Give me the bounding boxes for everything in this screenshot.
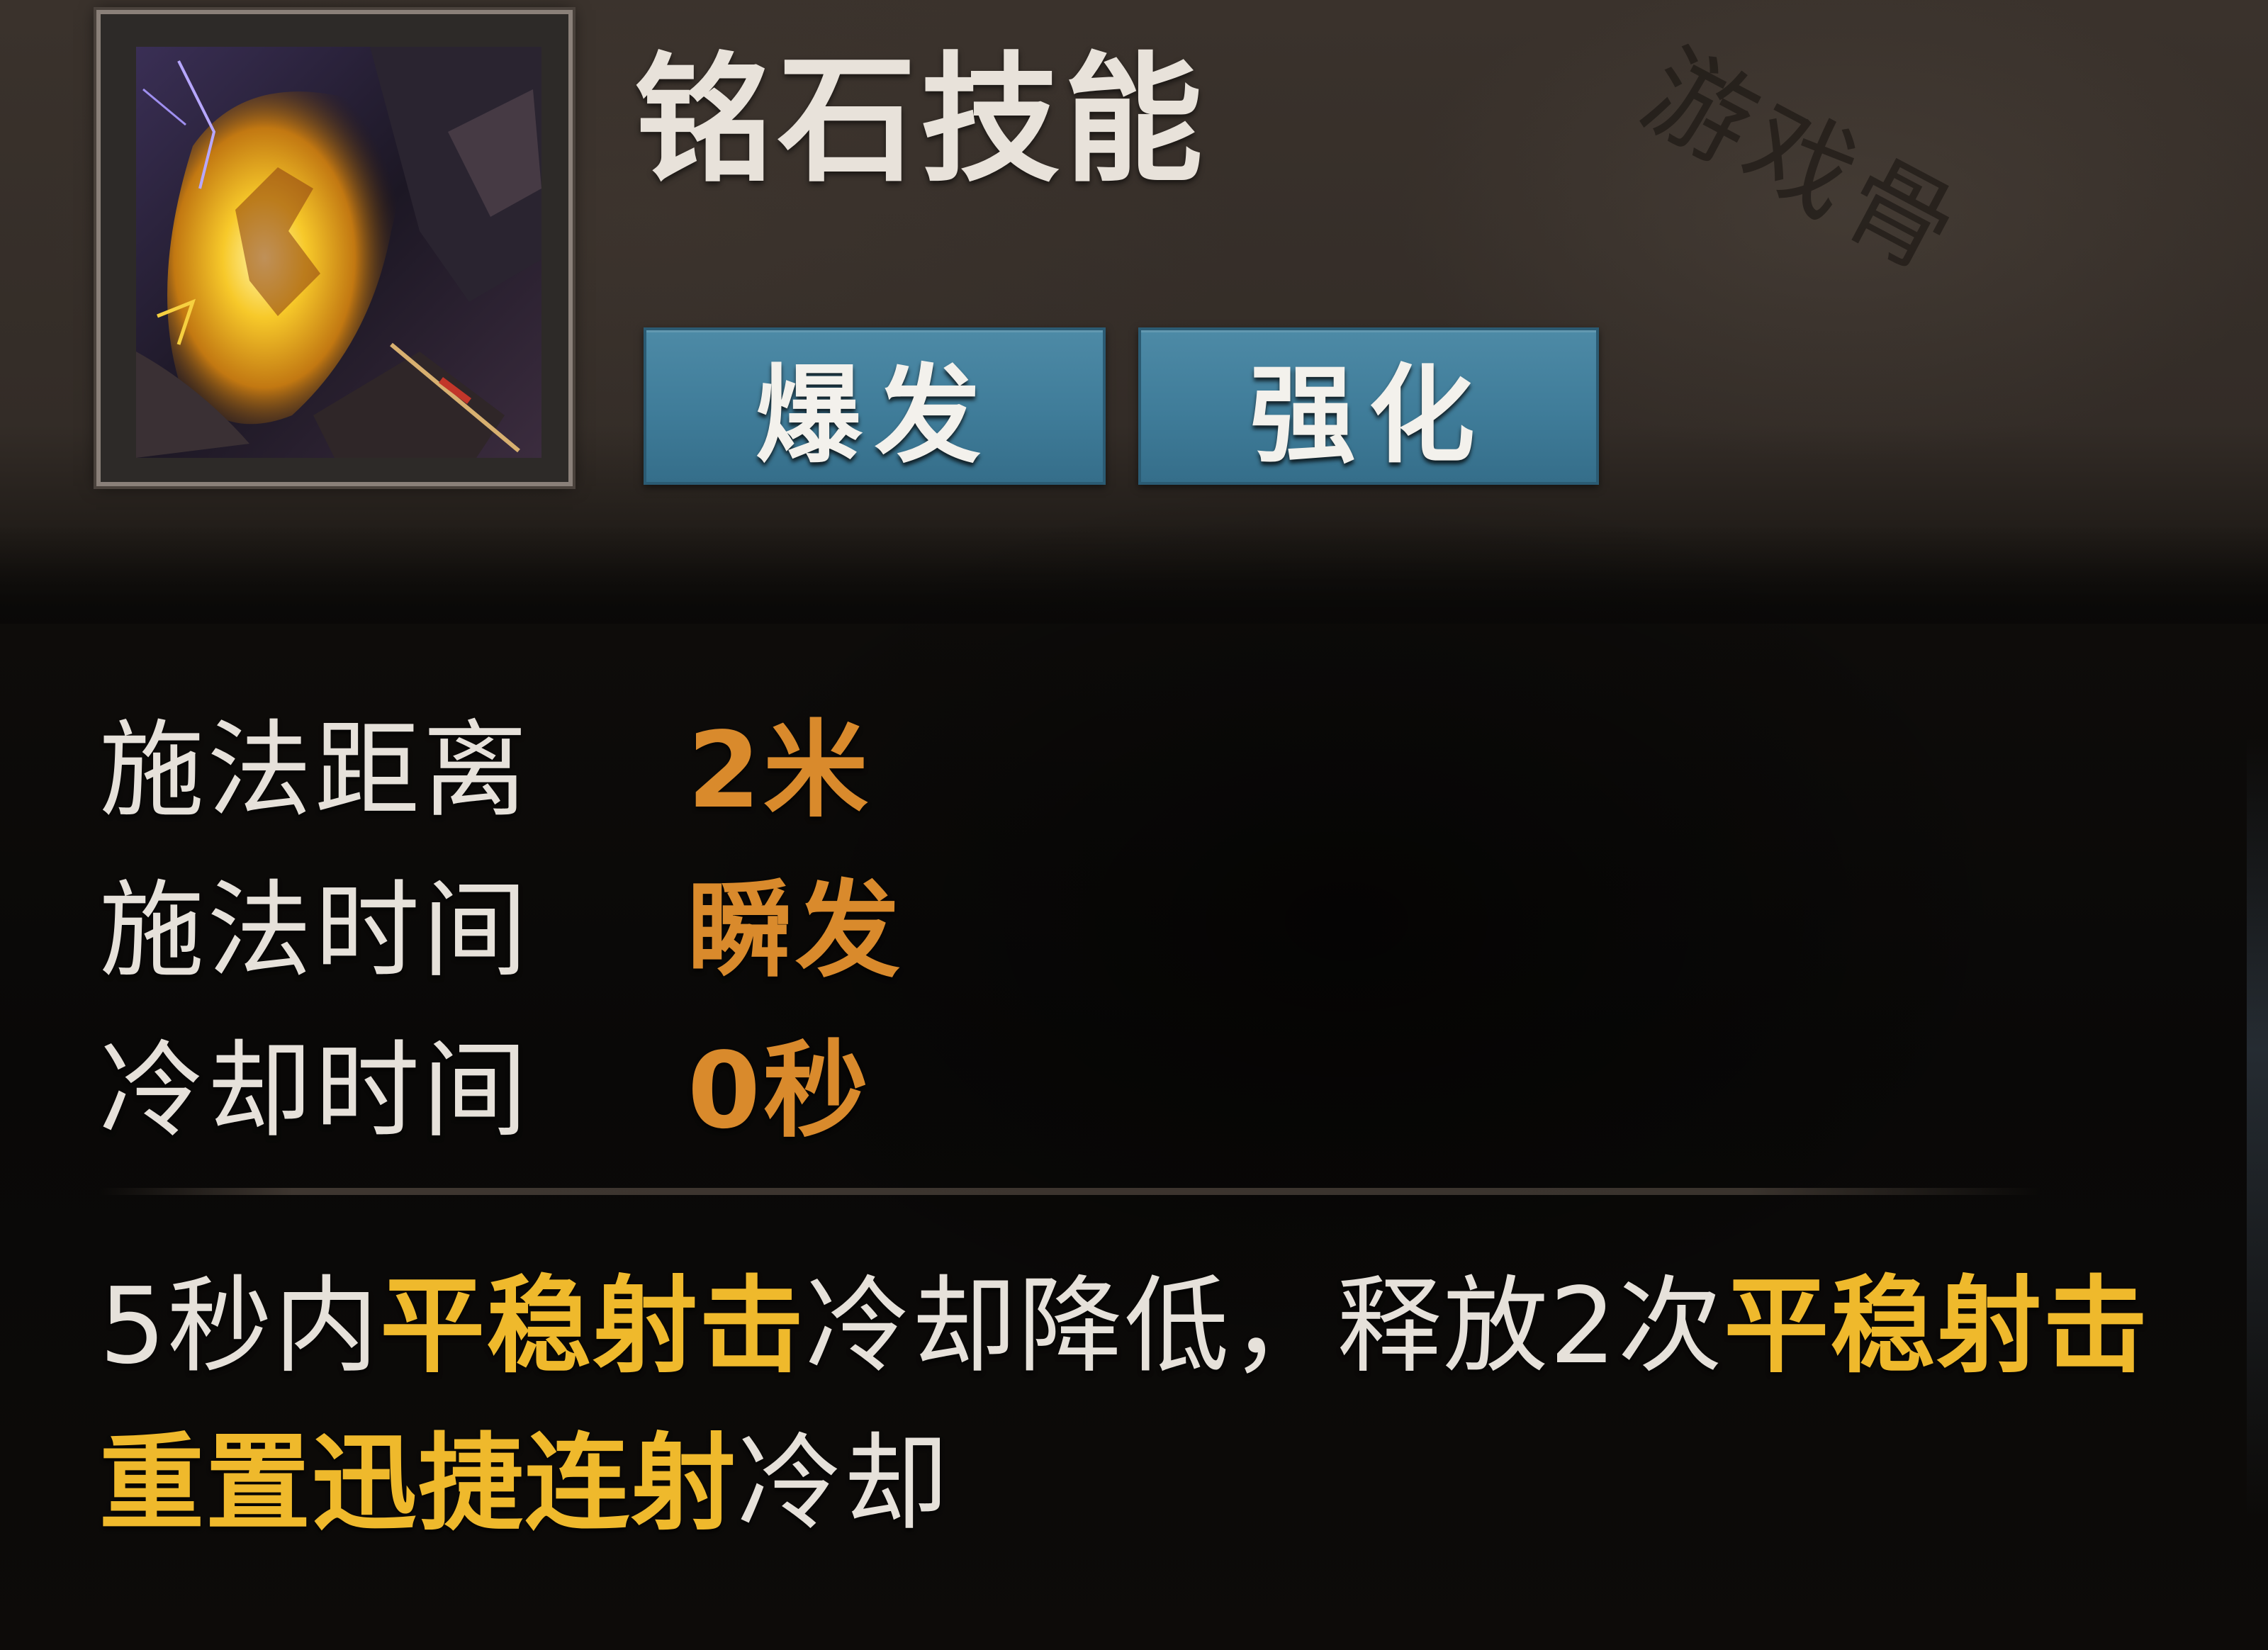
stat-row-cast-range: 施法距离 2米 <box>99 680 903 841</box>
skill-stats: 施法距离 2米 施法时间 瞬发 冷却时间 0秒 <box>99 680 903 1161</box>
stat-value: 瞬发 <box>687 869 903 992</box>
skill-title: 铭石技能 <box>634 40 1208 201</box>
description-highlight: 重置 <box>99 1422 312 1544</box>
tab-enhance[interactable]: 强化 <box>1138 327 1599 485</box>
stat-value: 2米 <box>687 709 871 831</box>
header-fade <box>0 524 2268 624</box>
glowing-rune-stone-icon <box>136 47 541 458</box>
stat-value: 0秒 <box>687 1029 871 1152</box>
skill-description: 5秒内平稳射击冷却降低，释放2次平稳射击重置迅捷连射冷却 <box>99 1247 2155 1562</box>
edge-glint <box>2247 737 2268 1517</box>
skill-icon-frame <box>96 10 573 486</box>
skill-name-highlight: 平稳射击 <box>1724 1265 2150 1387</box>
tab-enhance-label: 强化 <box>1249 354 1488 478</box>
skill-name-highlight: 平稳射击 <box>380 1265 806 1387</box>
divider <box>99 1188 2041 1195</box>
tab-burst-label: 爆发 <box>755 354 994 478</box>
description-text: 5秒内 <box>99 1265 381 1387</box>
skill-tooltip-panel: 游戏骨 铭石技能 爆发 强化 施法距离 2米 施法时间 瞬发 冷却时间 0秒 5… <box>0 0 2268 1650</box>
stat-label: 冷却时间 <box>99 1029 530 1152</box>
tab-burst[interactable]: 爆发 <box>644 327 1106 485</box>
stat-row-cooldown: 冷却时间 0秒 <box>99 1001 903 1161</box>
stat-row-cast-time: 施法时间 瞬发 <box>99 841 903 1001</box>
stat-label: 施法时间 <box>99 869 530 992</box>
stat-label: 施法距离 <box>99 709 530 831</box>
description-text: 冷却降低，释放2次 <box>805 1265 1724 1387</box>
skill-name-highlight: 迅捷连射 <box>312 1422 737 1544</box>
description-text: 冷却 <box>737 1422 950 1544</box>
